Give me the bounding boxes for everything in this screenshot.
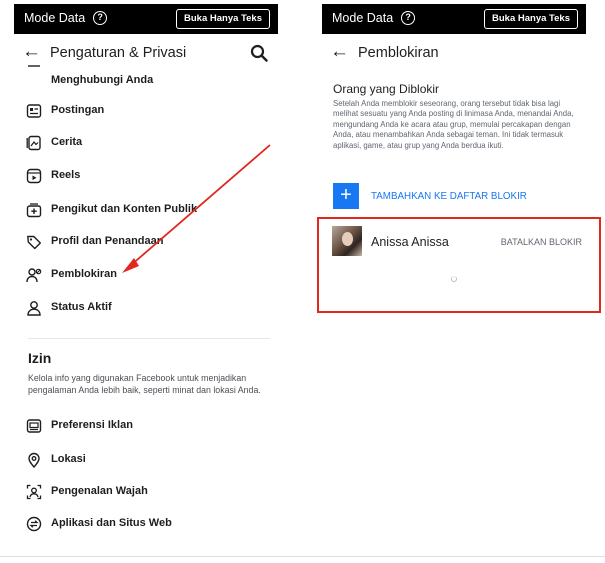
open-text-only-button[interactable]: Buka Hanya Teks [484,9,578,29]
menu-item-label: Postingan [51,104,105,116]
menu-item-label: Aplikasi dan Situs Web [51,517,172,529]
menu-item-label: Reels [51,169,81,181]
menu-item-label: Pengikut dan Konten Publik [51,203,198,215]
back-arrow-icon[interactable]: ← [22,42,41,62]
page-title: Pengaturan & Privasi [50,45,187,61]
data-mode-label: Mode Data [24,11,86,25]
story-icon [26,135,41,151]
menu-item-contact[interactable]: Menghubungi Anda [14,65,278,94]
menu-item-face-recognition[interactable]: Pengenalan Wajah [14,480,278,504]
data-mode-bar: Mode Data ? Buka Hanya Teks [322,4,586,34]
add-to-block-list-button[interactable]: + TAMBAHKAN KE DAFTAR BLOKIR [333,183,573,209]
open-text-only-button[interactable]: Buka Hanya Teks [176,9,270,29]
post-icon [26,104,42,118]
page-title: Pemblokiran [358,45,439,61]
menu-item-label: Preferensi Iklan [51,419,133,431]
menu-item-label: Pengenalan Wajah [51,485,148,497]
menu-item-followers[interactable]: Pengikut dan Konten Publik [14,198,278,222]
face-recognition-icon [26,484,42,500]
menu-item-profile-tagging[interactable]: Profil dan Penandaan [14,230,278,254]
data-mode-bar: Mode Data ? Buka Hanya Teks [14,4,278,34]
menu-item-apps-websites[interactable]: Aplikasi dan Situs Web [14,512,278,536]
bottom-divider [0,556,605,557]
menu-item-location[interactable]: Lokasi [14,448,278,472]
permissions-description: Kelola info yang digunakan Facebook untu… [28,373,261,395]
tag-icon [27,235,41,250]
blocked-people-description: Setelah Anda memblokir seseorang, orang … [333,99,574,150]
menu-item-stories[interactable]: Cerita [14,131,278,155]
data-mode-indicator[interactable]: Mode Data ? [24,11,108,25]
menu-item-label: Menghubungi Anda [51,74,154,86]
followers-icon [26,203,42,218]
ad-preferences-icon [26,419,42,433]
reels-icon [26,168,42,184]
nav-bar: ← Pengaturan & Privasi [14,36,278,70]
menu-item-label: Profil dan Penandaan [51,235,164,247]
permissions-heading: Izin [28,350,52,366]
menu-item-label: Lokasi [51,453,86,465]
section-divider [28,338,270,339]
menu-item-label: Cerita [51,136,83,148]
help-icon[interactable]: ? [401,11,416,25]
apps-websites-icon [26,516,42,532]
menu-item-active-status[interactable]: Status Aktif [14,296,278,320]
menu-item-label: Pemblokiran [51,268,118,280]
back-arrow-icon[interactable]: ← [330,42,349,62]
menu-item-label: Status Aktif [51,301,112,313]
location-pin-icon [28,452,40,468]
menu-item-posts[interactable]: Postingan [14,99,278,123]
nav-bar: ← Pemblokiran [322,36,586,70]
search-icon[interactable] [250,44,268,62]
plus-icon: + [333,183,359,209]
annotation-highlight-box [317,217,601,313]
menu-item-ad-preferences[interactable]: Preferensi Iklan [14,414,278,438]
data-mode-label: Mode Data [332,11,394,25]
menu-item-blocking[interactable]: Pemblokiran [14,263,278,287]
menu-item-reels[interactable]: Reels [14,164,278,188]
add-to-block-list-label: TAMBAHKAN KE DAFTAR BLOKIR [371,191,527,202]
active-status-icon [27,301,41,316]
contact-icon [28,65,40,67]
settings-privacy-screen: Mode Data ? Buka Hanya Teks ← Pengaturan… [14,0,278,556]
data-mode-indicator[interactable]: Mode Data ? [332,11,416,25]
help-icon[interactable]: ? [93,11,108,25]
blocked-people-heading: Orang yang Diblokir [333,82,440,96]
block-user-icon [26,268,42,283]
